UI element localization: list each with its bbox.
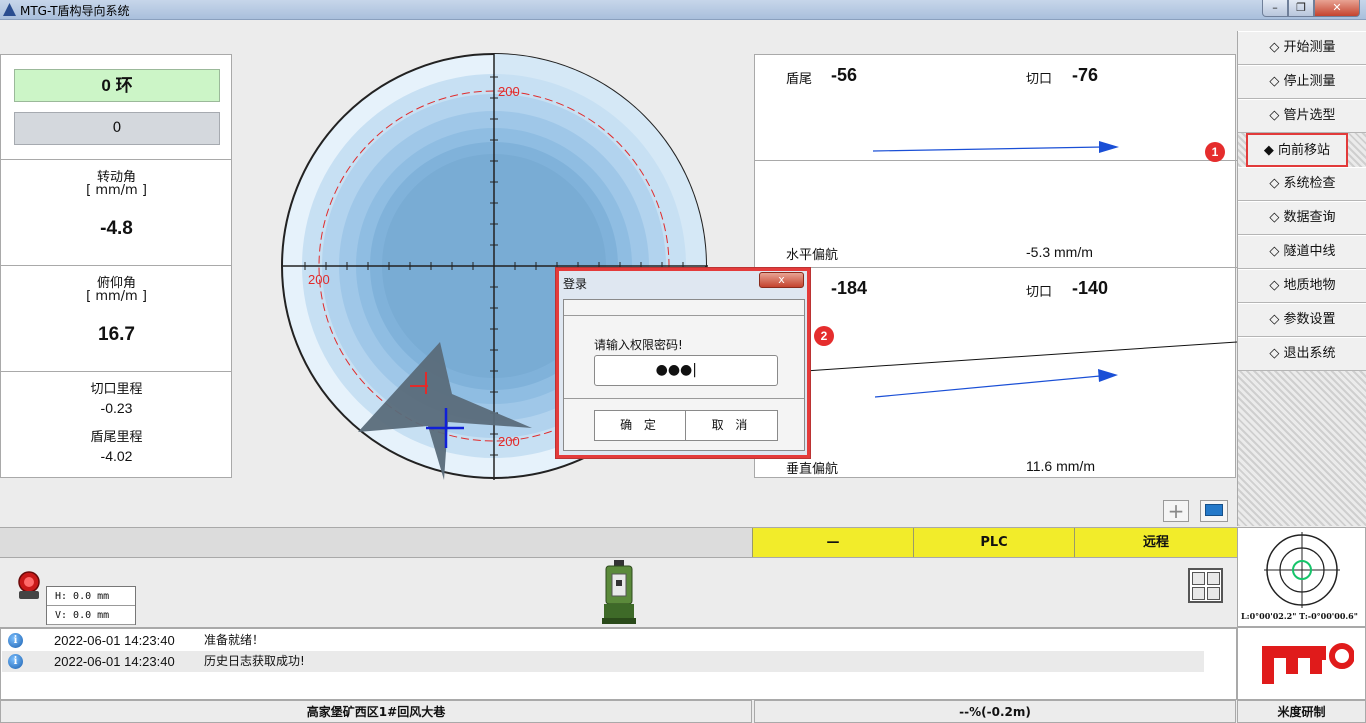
h-cut-label: 切口 xyxy=(1026,72,1053,87)
divider xyxy=(1,265,232,266)
menu-data-query[interactable]: ◇ 数据查询 xyxy=(1238,201,1366,235)
v-cut-value: -140 xyxy=(1072,278,1109,298)
step-badge-2: 2 xyxy=(814,326,834,346)
h-offset: H: 0.0 mm xyxy=(47,587,135,606)
menu-exit-system[interactable]: ◇ 退出系统 xyxy=(1238,337,1366,371)
log-message: 历史日志获取成功! xyxy=(204,654,305,668)
layout-grid-icon[interactable] xyxy=(1188,568,1223,603)
menu-system-check[interactable]: ◇ 系统检查 xyxy=(1238,167,1366,201)
password-prompt: 请输入权限密码! xyxy=(594,338,683,352)
horizontal-deviation-arrow xyxy=(872,141,1119,153)
h-tail-label: 盾尾 xyxy=(786,72,813,87)
rotation-value: -4.8 xyxy=(100,218,133,239)
h-tail-value: -56 xyxy=(831,65,858,85)
dialog-body: 请输入权限密码! ●●●| 确 定 取 消 xyxy=(563,299,805,451)
cancel-button[interactable]: 取 消 xyxy=(686,411,777,440)
event-log: i 2022-06-01 14:23:40 准备就绪！ i 2022-06-01… xyxy=(0,628,1237,700)
divider xyxy=(564,315,804,316)
laser-target-icon xyxy=(1264,532,1340,608)
alarm-light-icon xyxy=(18,571,40,599)
v-nav-value: 11.6 mm/m xyxy=(1026,458,1095,474)
status-strip: — PLC 远程 xyxy=(0,527,1237,558)
side-menu: ◇ 开始测量 ◇ 停止测量 ◇ 管片选型 ◆ 向前移站 ◇ 系统检查 ◇ 数据查… xyxy=(1237,31,1366,526)
status-cell-plc: PLC xyxy=(913,528,1074,557)
footer-brand: 米度研制 xyxy=(1237,700,1366,723)
log-time: 2022-06-01 14:23:40 xyxy=(54,654,175,669)
monitor-icon[interactable] xyxy=(1200,500,1228,522)
step-badge-1: 1 xyxy=(1205,142,1225,162)
v-nav-label: 垂直偏航 xyxy=(786,462,839,477)
menu-start-measure[interactable]: ◇ 开始测量 xyxy=(1238,31,1366,65)
log-row: i 2022-06-01 14:23:40 准备就绪！ xyxy=(2,630,1204,651)
window-title: MTG-T盾构导向系统 xyxy=(20,4,130,18)
deviation-panel: 盾尾 -56 切口 -76 水平偏航 -5.3 mm/m -184 切口 -14… xyxy=(754,54,1237,478)
tail-mileage-label: 盾尾里程 xyxy=(90,430,143,445)
dialog-title: 登录 xyxy=(563,277,588,291)
divider xyxy=(755,267,1237,268)
menu-move-station-forward[interactable]: ◆ 向前移站 xyxy=(1246,133,1348,167)
cut-mileage-label: 切口里程 xyxy=(90,382,143,397)
menu-geology[interactable]: ◇ 地质地物 xyxy=(1238,269,1366,303)
v-cut-label: 切口 xyxy=(1026,285,1053,300)
pitch-value: 16.7 xyxy=(98,324,135,345)
total-station-icon xyxy=(602,560,636,624)
dialog-close-button[interactable]: x xyxy=(759,272,804,288)
add-icon[interactable]: + xyxy=(1163,500,1189,522)
company-logo xyxy=(1262,643,1354,684)
status-cell-dash: — xyxy=(752,528,913,557)
info-icon: i xyxy=(8,633,23,648)
log-row: i 2022-06-01 14:23:40 历史日志获取成功! xyxy=(2,651,1204,672)
menu-tunnel-centerline[interactable]: ◇ 隧道中线 xyxy=(1238,235,1366,269)
close-button[interactable]: ✕ xyxy=(1314,0,1360,17)
target-label-bottom: 200 xyxy=(498,434,520,449)
password-input[interactable]: ●●●| xyxy=(594,355,778,386)
laser-readout: L:0°00'02.2" T:-0°00'00.6" xyxy=(1241,611,1358,621)
title-bar xyxy=(0,0,1366,20)
info-icon: i xyxy=(8,654,23,669)
v-offset: V: 0.0 mm xyxy=(47,606,135,625)
ring-count: 0 环 xyxy=(14,69,220,102)
ok-button[interactable]: 确 定 xyxy=(595,411,686,440)
log-time: 2022-06-01 14:23:40 xyxy=(54,633,175,648)
menu-segment-select[interactable]: ◇ 管片选型 xyxy=(1238,99,1366,133)
dialog-button-group: 确 定 取 消 xyxy=(594,410,778,441)
divider xyxy=(1,371,232,372)
divider xyxy=(755,160,1237,161)
pitch-unit: [ mm/m ] xyxy=(86,289,147,304)
vertical-deviation-arrow xyxy=(804,341,1237,398)
target-label-left: 200 xyxy=(308,272,330,287)
h-nav-label: 水平偏航 xyxy=(786,248,839,263)
login-dialog: 登录 x 请输入权限密码! ●●●| 确 定 取 消 xyxy=(556,268,810,458)
log-message: 准备就绪！ xyxy=(204,633,265,647)
company-logo-box xyxy=(1237,627,1366,700)
cut-mileage-value: -0.23 xyxy=(100,400,133,416)
status-cell-remote: 远程 xyxy=(1074,528,1237,557)
h-nav-value: -5.3 mm/m xyxy=(1026,244,1093,260)
maximize-button[interactable]: ❐ xyxy=(1288,0,1314,17)
left-info-panel: 0 环 0 转动角 [ mm/m ] -4.8 俯仰角 [ mm/m ] 16.… xyxy=(0,54,232,478)
v-tail-value: -184 xyxy=(831,278,868,298)
rotation-unit: [ mm/m ] xyxy=(86,183,147,198)
divider xyxy=(564,398,804,399)
prism-offset-box: H: 0.0 mm V: 0.0 mm xyxy=(46,586,136,625)
footer-progress: --%(-0.2m) xyxy=(754,700,1236,723)
tail-mileage-value: -4.02 xyxy=(100,448,133,464)
target-label-top: 200 xyxy=(498,84,520,99)
divider xyxy=(1,159,232,160)
menu-parameter-settings[interactable]: ◇ 参数设置 xyxy=(1238,303,1366,337)
ring-sub-value: 0 xyxy=(14,112,220,145)
minimize-button[interactable]: – xyxy=(1262,0,1288,17)
h-cut-value: -76 xyxy=(1072,65,1099,85)
menu-stop-measure[interactable]: ◇ 停止测量 xyxy=(1238,65,1366,99)
footer-location: 高家堡矿西区1#回风大巷 xyxy=(0,700,752,723)
